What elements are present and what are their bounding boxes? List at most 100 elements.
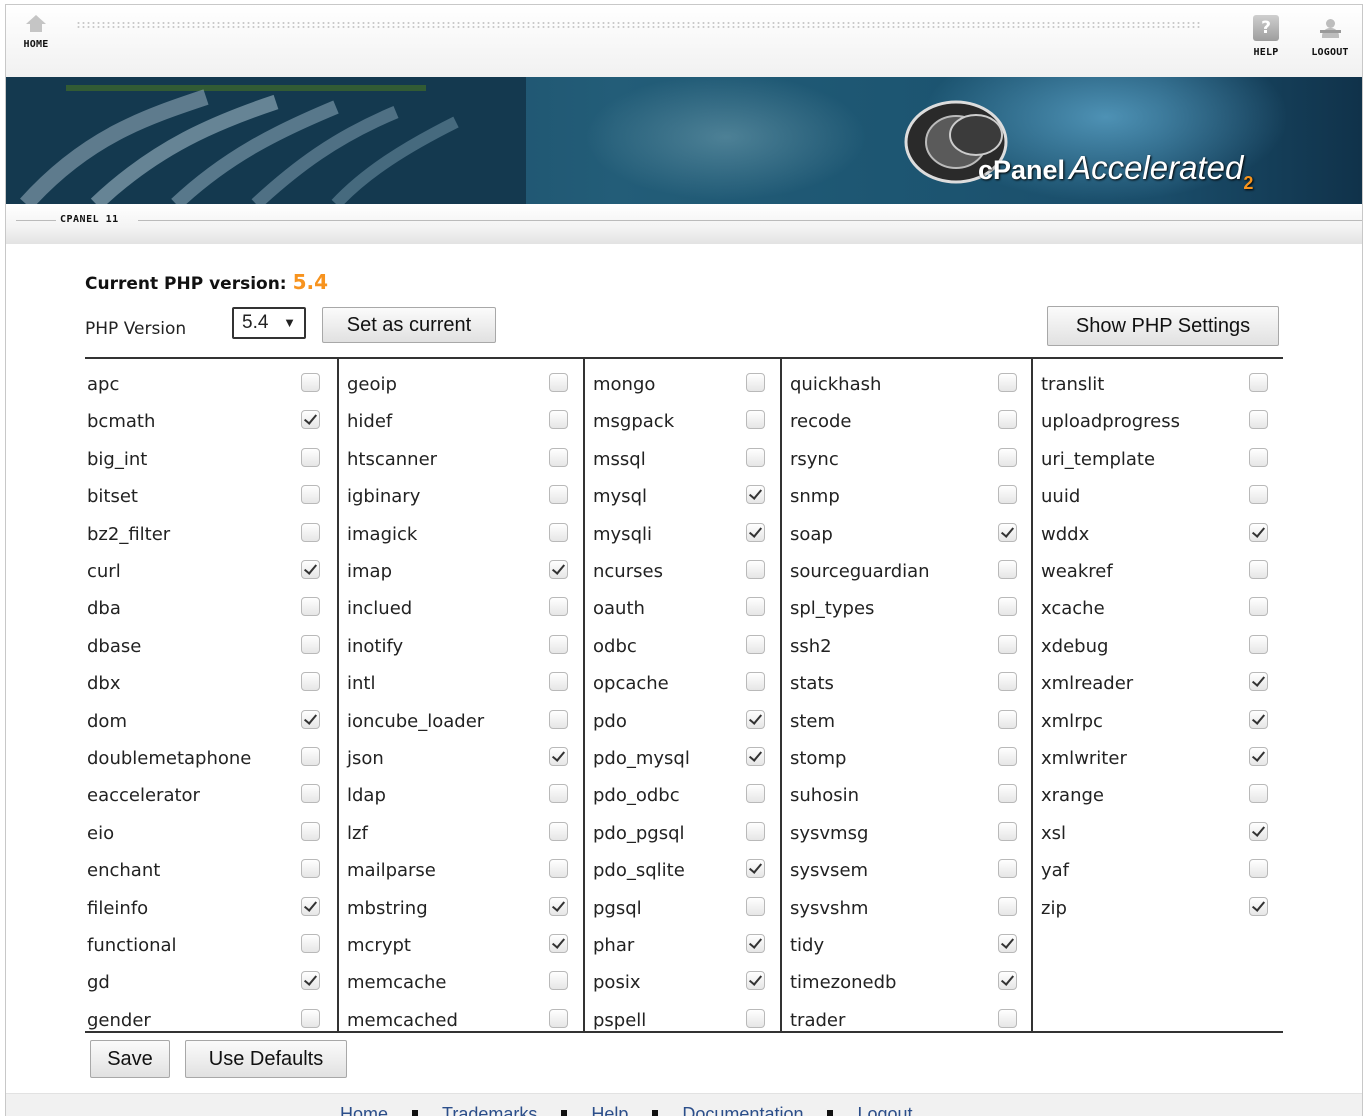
home-nav[interactable]: HOME — [13, 15, 59, 50]
extension-checkbox[interactable] — [998, 634, 1017, 654]
extension-checkbox[interactable] — [549, 1008, 568, 1028]
extension-checkbox[interactable] — [301, 934, 320, 953]
extension-checkbox[interactable] — [1249, 896, 1268, 916]
extension-checkbox[interactable] — [549, 672, 568, 692]
extension-checkbox[interactable] — [549, 522, 568, 542]
extension-checkbox[interactable] — [549, 859, 568, 879]
extension-checkbox[interactable] — [1249, 709, 1268, 729]
logout-nav[interactable]: LOGOUT — [1303, 15, 1357, 58]
extension-checkbox[interactable] — [301, 597, 320, 617]
extension-checkbox[interactable] — [549, 821, 568, 841]
php-version-select[interactable]: 5.4 ▼ — [232, 307, 306, 339]
extension-checkbox[interactable] — [998, 971, 1017, 991]
footer-link[interactable]: Documentation — [682, 1104, 803, 1116]
extension-checkbox[interactable] — [746, 709, 765, 729]
extension-checkbox[interactable] — [746, 784, 765, 804]
help-nav[interactable]: ? HELP — [1246, 15, 1286, 58]
save-button[interactable]: Save — [90, 1040, 170, 1078]
extension-checkbox[interactable] — [746, 522, 765, 542]
extension-checkbox[interactable] — [998, 747, 1017, 766]
extension-checkbox[interactable] — [1249, 447, 1268, 467]
extension-checkbox[interactable] — [746, 896, 765, 916]
extension-checkbox[interactable] — [746, 634, 765, 654]
extension-checkbox[interactable] — [301, 747, 320, 766]
extension-checkbox[interactable] — [1249, 784, 1268, 804]
extension-checkbox[interactable] — [1249, 859, 1268, 879]
extension-checkbox[interactable] — [549, 634, 568, 654]
extension-checkbox[interactable] — [549, 447, 568, 467]
extension-checkbox[interactable] — [998, 410, 1017, 430]
extension-checkbox[interactable] — [998, 859, 1017, 879]
footer-link[interactable]: Help — [591, 1104, 628, 1116]
extension-checkbox[interactable] — [998, 934, 1017, 953]
extension-checkbox[interactable] — [1249, 522, 1268, 542]
extension-checkbox[interactable] — [746, 859, 765, 879]
extension-checkbox[interactable] — [746, 821, 765, 841]
extension-checkbox[interactable] — [301, 709, 320, 729]
extension-checkbox[interactable] — [301, 1008, 320, 1028]
extension-checkbox[interactable] — [746, 485, 765, 505]
extension-checkbox[interactable] — [549, 896, 568, 916]
extension-checkbox[interactable] — [1249, 373, 1268, 392]
extension-checkbox[interactable] — [998, 1008, 1017, 1028]
set-as-current-button[interactable]: Set as current — [322, 307, 496, 343]
extension-checkbox[interactable] — [746, 747, 765, 766]
footer-link[interactable]: Home — [340, 1104, 388, 1116]
extension-checkbox[interactable] — [998, 784, 1017, 804]
extension-checkbox[interactable] — [549, 934, 568, 953]
extension-checkbox[interactable] — [998, 896, 1017, 916]
extension-checkbox[interactable] — [549, 373, 568, 392]
extension-checkbox[interactable] — [301, 896, 320, 916]
extension-checkbox[interactable] — [1249, 672, 1268, 692]
extension-checkbox[interactable] — [549, 485, 568, 505]
extension-checkbox[interactable] — [746, 971, 765, 991]
extension-checkbox[interactable] — [549, 971, 568, 991]
show-php-settings-button[interactable]: Show PHP Settings — [1047, 306, 1279, 346]
extension-checkbox[interactable] — [549, 709, 568, 729]
extension-checkbox[interactable] — [1249, 410, 1268, 430]
extension-checkbox[interactable] — [301, 410, 320, 430]
extension-checkbox[interactable] — [301, 859, 320, 879]
extension-checkbox[interactable] — [746, 934, 765, 953]
extension-checkbox[interactable] — [998, 672, 1017, 692]
extension-checkbox[interactable] — [998, 485, 1017, 505]
footer-link[interactable]: Logout — [857, 1104, 912, 1116]
extension-checkbox[interactable] — [301, 784, 320, 804]
extension-checkbox[interactable] — [998, 821, 1017, 841]
extension-checkbox[interactable] — [301, 821, 320, 841]
extension-checkbox[interactable] — [746, 1008, 765, 1028]
extension-checkbox[interactable] — [301, 971, 320, 991]
extension-checkbox[interactable] — [549, 597, 568, 617]
extension-checkbox[interactable] — [549, 560, 568, 579]
use-defaults-button[interactable]: Use Defaults — [185, 1040, 347, 1078]
extension-checkbox[interactable] — [746, 373, 765, 392]
extension-checkbox[interactable] — [1249, 597, 1268, 617]
extension-checkbox[interactable] — [1249, 821, 1268, 841]
extension-checkbox[interactable] — [549, 410, 568, 430]
extension-checkbox[interactable] — [549, 747, 568, 766]
extension-checkbox[interactable] — [1249, 634, 1268, 654]
extension-checkbox[interactable] — [1249, 560, 1268, 579]
extension-checkbox[interactable] — [998, 709, 1017, 729]
extension-checkbox[interactable] — [998, 522, 1017, 542]
extension-checkbox[interactable] — [301, 373, 320, 392]
extension-checkbox[interactable] — [746, 560, 765, 579]
extension-checkbox[interactable] — [301, 634, 320, 654]
extension-checkbox[interactable] — [1249, 485, 1268, 505]
extension-checkbox[interactable] — [998, 447, 1017, 467]
extension-checkbox[interactable] — [301, 447, 320, 467]
extension-checkbox[interactable] — [1249, 747, 1268, 766]
extension-checkbox[interactable] — [746, 672, 765, 692]
footer-link[interactable]: Trademarks — [442, 1104, 537, 1116]
extension-checkbox[interactable] — [301, 560, 320, 579]
extension-checkbox[interactable] — [998, 373, 1017, 392]
extension-checkbox[interactable] — [746, 410, 765, 430]
extension-checkbox[interactable] — [998, 597, 1017, 617]
extension-checkbox[interactable] — [746, 447, 765, 467]
extension-checkbox[interactable] — [301, 485, 320, 505]
extension-checkbox[interactable] — [549, 784, 568, 804]
extension-checkbox[interactable] — [301, 522, 320, 542]
extension-checkbox[interactable] — [301, 672, 320, 692]
extension-checkbox[interactable] — [746, 597, 765, 617]
extension-checkbox[interactable] — [998, 560, 1017, 579]
